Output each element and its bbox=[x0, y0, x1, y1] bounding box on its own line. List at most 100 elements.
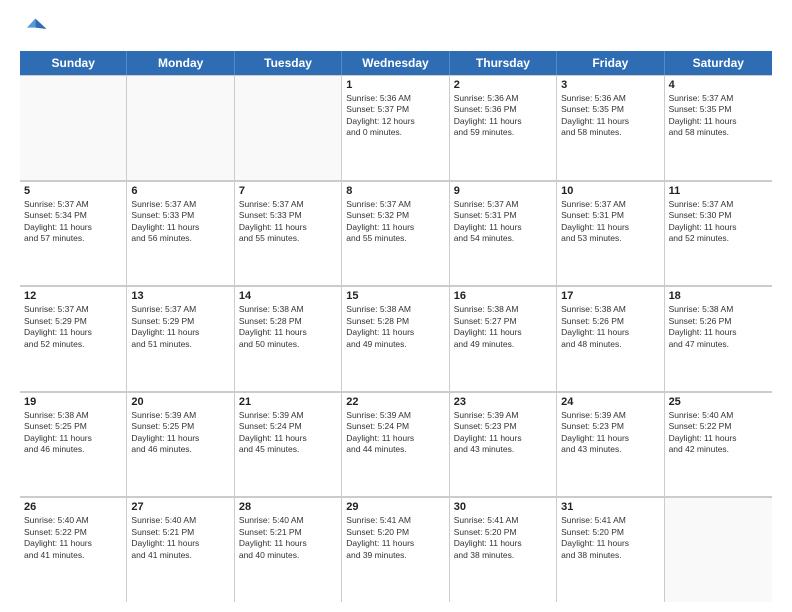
cal-cell-day-9: 9Sunrise: 5:37 AM Sunset: 5:31 PM Daylig… bbox=[450, 181, 557, 286]
cal-cell-day-25: 25Sunrise: 5:40 AM Sunset: 5:22 PM Dayli… bbox=[665, 392, 772, 497]
cal-cell-day-14: 14 Sunrise: 5:38 AM Sunset: 5:28 PM Dayli… bbox=[235, 286, 342, 391]
header-day-wednesday: Wednesday bbox=[342, 51, 449, 75]
day-info: Sunrise: 5:36 AM Sunset: 5:36 PM Dayligh… bbox=[454, 93, 552, 139]
calendar-row-4: 19 Sunrise: 5:38 AM Sunset: 5:25 PM Dayli… bbox=[20, 392, 772, 498]
calendar: SundayMondayTuesdayWednesdayThursdayFrid… bbox=[20, 51, 772, 602]
day-info: Sunrise: 5:36 AM Sunset: 5:35 PM Dayligh… bbox=[561, 93, 659, 139]
day-info: Sunrise: 5:40 AM Sunset: 5:21 PM Dayligh… bbox=[239, 515, 337, 561]
day-info: Sunrise: 5:37 AM Sunset: 5:31 PM Dayligh… bbox=[454, 199, 552, 245]
day-number: 30 bbox=[454, 501, 552, 513]
day-number: 8 bbox=[346, 185, 444, 197]
cal-cell-day-3: 3Sunrise: 5:36 AM Sunset: 5:35 PM Daylig… bbox=[557, 75, 664, 180]
cal-cell-day-22: 22Sunrise: 5:39 AM Sunset: 5:24 PM Dayli… bbox=[342, 392, 449, 497]
day-info: Sunrise: 5:37 AM Sunset: 5:30 PM Dayligh… bbox=[669, 199, 768, 245]
cal-cell-day-23: 23 Sunrise: 5:39 AM Sunset: 5:23 PM Dayli… bbox=[450, 392, 557, 497]
day-info: Sunrise: 5:37 AM Sunset: 5:29 PM Dayligh… bbox=[24, 304, 122, 350]
cal-cell-empty bbox=[20, 75, 127, 180]
day-info: Sunrise: 5:39 AM Sunset: 5:23 PM Dayligh… bbox=[454, 410, 552, 456]
cal-cell-day-17: 17 Sunrise: 5:38 AM Sunset: 5:26 PM Dayli… bbox=[557, 286, 664, 391]
cal-cell-day-4: 4 Sunrise: 5:37 AM Sunset: 5:35 PM Daylig… bbox=[665, 75, 772, 180]
day-info: Sunrise: 5:37 AM Sunset: 5:35 PM Dayligh… bbox=[669, 93, 768, 139]
cal-cell-empty bbox=[127, 75, 234, 180]
day-info: Sunrise: 5:37 AM Sunset: 5:33 PM Dayligh… bbox=[239, 199, 337, 245]
cal-cell-day-15: 15Sunrise: 5:38 AM Sunset: 5:28 PM Dayli… bbox=[342, 286, 449, 391]
day-info: Sunrise: 5:39 AM Sunset: 5:24 PM Dayligh… bbox=[346, 410, 444, 456]
day-number: 23 bbox=[454, 396, 552, 408]
day-number: 28 bbox=[239, 501, 337, 513]
day-number: 27 bbox=[131, 501, 229, 513]
day-number: 25 bbox=[669, 396, 768, 408]
day-number: 2 bbox=[454, 79, 552, 91]
day-number: 13 bbox=[131, 290, 229, 302]
day-info: Sunrise: 5:38 AM Sunset: 5:27 PM Dayligh… bbox=[454, 304, 552, 350]
cal-cell-day-2: 2 Sunrise: 5:36 AM Sunset: 5:36 PM Daylig… bbox=[450, 75, 557, 180]
day-info: Sunrise: 5:41 AM Sunset: 5:20 PM Dayligh… bbox=[561, 515, 659, 561]
cal-cell-day-28: 28 Sunrise: 5:40 AM Sunset: 5:21 PM Dayli… bbox=[235, 497, 342, 602]
day-info: Sunrise: 5:38 AM Sunset: 5:26 PM Dayligh… bbox=[561, 304, 659, 350]
day-number: 14 bbox=[239, 290, 337, 302]
cal-cell-day-21: 21Sunrise: 5:39 AM Sunset: 5:24 PM Dayli… bbox=[235, 392, 342, 497]
day-info: Sunrise: 5:38 AM Sunset: 5:25 PM Dayligh… bbox=[24, 410, 122, 456]
calendar-body: 1 Sunrise: 5:36 AM Sunset: 5:37 PM Daylig… bbox=[20, 75, 772, 602]
cal-cell-day-11: 11 Sunrise: 5:37 AM Sunset: 5:30 PM Dayli… bbox=[665, 181, 772, 286]
day-number: 11 bbox=[669, 185, 768, 197]
cal-cell-day-5: 5Sunrise: 5:37 AM Sunset: 5:34 PM Daylig… bbox=[20, 181, 127, 286]
cal-cell-day-19: 19 Sunrise: 5:38 AM Sunset: 5:25 PM Dayli… bbox=[20, 392, 127, 497]
day-info: Sunrise: 5:38 AM Sunset: 5:26 PM Dayligh… bbox=[669, 304, 768, 350]
day-number: 24 bbox=[561, 396, 659, 408]
cal-cell-day-31: 31 Sunrise: 5:41 AM Sunset: 5:20 PM Dayli… bbox=[557, 497, 664, 602]
logo bbox=[20, 15, 52, 43]
cal-cell-day-26: 26Sunrise: 5:40 AM Sunset: 5:22 PM Dayli… bbox=[20, 497, 127, 602]
day-number: 1 bbox=[346, 79, 444, 91]
day-info: Sunrise: 5:39 AM Sunset: 5:25 PM Dayligh… bbox=[131, 410, 229, 456]
cal-cell-day-7: 7 Sunrise: 5:37 AM Sunset: 5:33 PM Daylig… bbox=[235, 181, 342, 286]
cal-cell-day-12: 12 Sunrise: 5:37 AM Sunset: 5:29 PM Dayli… bbox=[20, 286, 127, 391]
header-day-monday: Monday bbox=[127, 51, 234, 75]
day-info: Sunrise: 5:40 AM Sunset: 5:22 PM Dayligh… bbox=[24, 515, 122, 561]
day-info: Sunrise: 5:37 AM Sunset: 5:29 PM Dayligh… bbox=[131, 304, 229, 350]
calendar-row-2: 5Sunrise: 5:37 AM Sunset: 5:34 PM Daylig… bbox=[20, 181, 772, 287]
cal-cell-day-30: 30 Sunrise: 5:41 AM Sunset: 5:20 PM Dayli… bbox=[450, 497, 557, 602]
cal-cell-empty bbox=[235, 75, 342, 180]
day-number: 15 bbox=[346, 290, 444, 302]
day-number: 10 bbox=[561, 185, 659, 197]
day-info: Sunrise: 5:37 AM Sunset: 5:33 PM Dayligh… bbox=[131, 199, 229, 245]
day-info: Sunrise: 5:38 AM Sunset: 5:28 PM Dayligh… bbox=[239, 304, 337, 350]
day-info: Sunrise: 5:41 AM Sunset: 5:20 PM Dayligh… bbox=[454, 515, 552, 561]
day-number: 31 bbox=[561, 501, 659, 513]
logo-icon bbox=[20, 15, 48, 43]
day-number: 5 bbox=[24, 185, 122, 197]
calendar-row-1: 1 Sunrise: 5:36 AM Sunset: 5:37 PM Daylig… bbox=[20, 75, 772, 181]
day-info: Sunrise: 5:37 AM Sunset: 5:31 PM Dayligh… bbox=[561, 199, 659, 245]
day-info: Sunrise: 5:39 AM Sunset: 5:24 PM Dayligh… bbox=[239, 410, 337, 456]
cal-cell-day-16: 16 Sunrise: 5:38 AM Sunset: 5:27 PM Dayli… bbox=[450, 286, 557, 391]
day-number: 20 bbox=[131, 396, 229, 408]
header-day-sunday: Sunday bbox=[20, 51, 127, 75]
header-day-tuesday: Tuesday bbox=[235, 51, 342, 75]
day-info: Sunrise: 5:41 AM Sunset: 5:20 PM Dayligh… bbox=[346, 515, 444, 561]
day-number: 7 bbox=[239, 185, 337, 197]
header bbox=[20, 15, 772, 43]
header-day-thursday: Thursday bbox=[450, 51, 557, 75]
calendar-header: SundayMondayTuesdayWednesdayThursdayFrid… bbox=[20, 51, 772, 75]
day-number: 18 bbox=[669, 290, 768, 302]
day-info: Sunrise: 5:37 AM Sunset: 5:32 PM Dayligh… bbox=[346, 199, 444, 245]
cal-cell-day-27: 27Sunrise: 5:40 AM Sunset: 5:21 PM Dayli… bbox=[127, 497, 234, 602]
cal-cell-day-20: 20 Sunrise: 5:39 AM Sunset: 5:25 PM Dayli… bbox=[127, 392, 234, 497]
day-number: 6 bbox=[131, 185, 229, 197]
cal-cell-day-1: 1 Sunrise: 5:36 AM Sunset: 5:37 PM Daylig… bbox=[342, 75, 449, 180]
day-number: 4 bbox=[669, 79, 768, 91]
header-day-saturday: Saturday bbox=[665, 51, 772, 75]
day-number: 12 bbox=[24, 290, 122, 302]
day-info: Sunrise: 5:39 AM Sunset: 5:23 PM Dayligh… bbox=[561, 410, 659, 456]
day-number: 17 bbox=[561, 290, 659, 302]
cal-cell-day-10: 10 Sunrise: 5:37 AM Sunset: 5:31 PM Dayli… bbox=[557, 181, 664, 286]
day-info: Sunrise: 5:36 AM Sunset: 5:37 PM Dayligh… bbox=[346, 93, 444, 139]
page: SundayMondayTuesdayWednesdayThursdayFrid… bbox=[0, 0, 792, 612]
cal-cell-empty bbox=[665, 497, 772, 602]
cal-cell-day-13: 13 Sunrise: 5:37 AM Sunset: 5:29 PM Dayli… bbox=[127, 286, 234, 391]
day-number: 16 bbox=[454, 290, 552, 302]
day-number: 19 bbox=[24, 396, 122, 408]
cal-cell-day-8: 8 Sunrise: 5:37 AM Sunset: 5:32 PM Daylig… bbox=[342, 181, 449, 286]
day-number: 29 bbox=[346, 501, 444, 513]
